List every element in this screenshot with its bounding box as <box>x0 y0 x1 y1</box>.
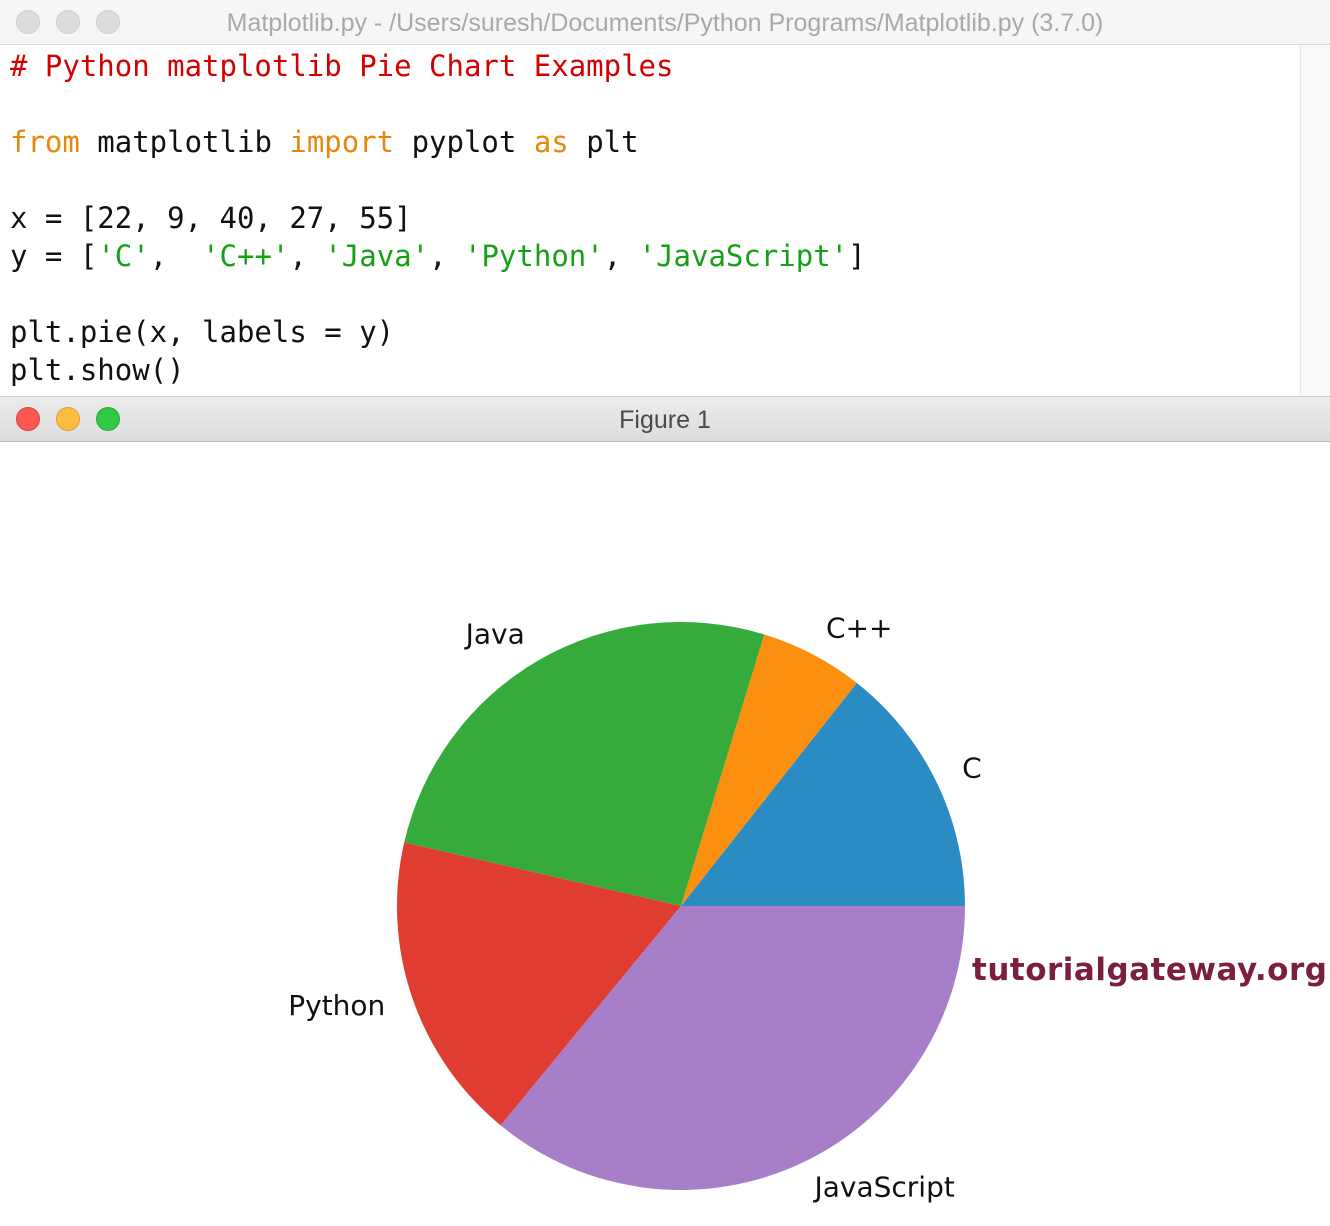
string-java: 'Java' <box>324 239 430 273</box>
module-name: matplotlib <box>79 125 290 159</box>
code-comment: # Python matplotlib Pie Chart Examples <box>10 49 674 83</box>
pie-label: C++ <box>826 611 892 644</box>
editor-scrollbar[interactable] <box>1300 45 1330 395</box>
string-cpp: 'C++' <box>202 239 290 273</box>
string-python: 'Python' <box>464 239 604 273</box>
figure-titlebar: Figure 1 <box>0 396 1330 442</box>
pie-label: Python <box>288 989 385 1022</box>
watermark-logo: tutorialgateway.org <box>972 952 1328 988</box>
pie-label: JavaScript <box>812 1170 954 1203</box>
import-name: pyplot <box>394 125 534 159</box>
code-line-comment: # Python matplotlib Pie Chart Examples <box>10 47 673 85</box>
pie-label: Java <box>464 617 525 650</box>
code-line-import: from matplotlib import pyplot as plt <box>10 123 639 161</box>
y-sep: , <box>429 239 465 273</box>
import-alias: plt <box>568 125 639 159</box>
code-line-x: x = [22, 9, 40, 27, 55] <box>10 201 412 235</box>
code-editor[interactable]: # Python matplotlib Pie Chart Examples f… <box>0 45 1300 395</box>
y-suffix: ] <box>848 239 866 273</box>
string-javascript: 'JavaScript' <box>638 239 849 273</box>
y-sep: , <box>289 239 325 273</box>
pie-chart: C C++ Java Python JavaScript <box>288 611 982 1203</box>
pie-label: C <box>962 752 982 785</box>
figure-canvas: C C++ Java Python JavaScript <box>0 441 1330 1222</box>
code-line-pie: plt.pie(x, labels = y) <box>10 315 395 349</box>
y-sep: , <box>149 239 203 273</box>
string-c: 'C' <box>97 239 150 273</box>
code-line-y: y = ['C', 'C++', 'Java', 'Python', 'Java… <box>10 237 866 275</box>
figure-window-title: Figure 1 <box>619 406 711 434</box>
keyword-from: from <box>10 125 80 159</box>
editor-window-title: Matplotlib.py - /Users/suresh/Documents/… <box>226 9 1104 37</box>
editor-titlebar: Matplotlib.py - /Users/suresh/Documents/… <box>0 0 1330 45</box>
y-sep: , <box>603 239 639 273</box>
code-line-show: plt.show() <box>10 353 185 387</box>
y-prefix: y = [ <box>10 239 98 273</box>
keyword-import: import <box>289 125 395 159</box>
keyword-as: as <box>533 125 569 159</box>
